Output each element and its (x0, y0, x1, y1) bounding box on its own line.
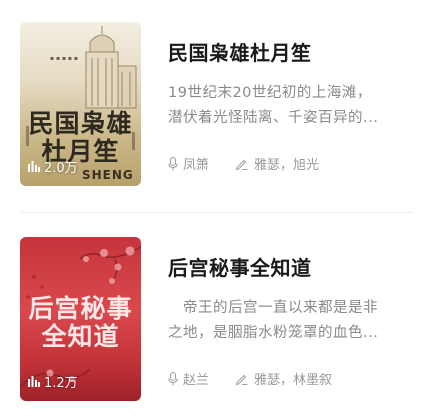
pen-icon (235, 159, 248, 170)
description-line: 潜伏着光怪陆离、千姿百异的... (168, 110, 379, 126)
bar-chart-icon (28, 161, 40, 172)
book-title[interactable]: 民国枭雄杜月笙 (168, 37, 312, 66)
book-card[interactable]: ▪ ▪ ▪ ▪ ▪ 民国枭雄 杜月笙 SHENG 2.0万 民国枭雄杜月笙 19… (0, 22, 431, 192)
play-count-value: 1.2万 (44, 376, 78, 391)
book-card[interactable]: 后宫秘事 全知道 1.2万 后宫秘事全知道 帝王的后宫一直以来都是是非 之地，是… (0, 237, 431, 407)
narrators: 雅瑟，林墨叙 (235, 369, 332, 388)
author-name: 赵兰 (183, 373, 210, 388)
author-name: 凤箫 (183, 158, 210, 173)
play-count: 1.2万 (28, 372, 78, 391)
cover-small-text: ▪ ▪ ▪ ▪ ▪ (50, 55, 78, 62)
narrator-names: 雅瑟，旭光 (254, 158, 320, 173)
author: 凤箫 (168, 154, 209, 173)
divider (20, 212, 413, 213)
book-description: 19世纪末20世纪初的上海滩， 潜伏着光怪陆离、千姿百异的... (168, 81, 413, 131)
book-meta: 赵兰 雅瑟，林墨叙 (168, 369, 332, 388)
bar-chart-icon (28, 376, 40, 387)
author: 赵兰 (168, 369, 209, 388)
book-title[interactable]: 后宫秘事全知道 (168, 252, 312, 281)
narrators: 雅瑟，旭光 (235, 154, 319, 173)
cover-subtitle: SHENG (82, 168, 134, 182)
description-line: 19世纪末20世纪初的上海滩， (168, 85, 372, 101)
cover-title-art: 后宫秘事 全知道 (28, 294, 133, 351)
microphone-icon (168, 371, 178, 385)
book-meta: 凤箫 雅瑟，旭光 (168, 154, 319, 173)
book-list: ▪ ▪ ▪ ▪ ▪ 民国枭雄 杜月笙 SHENG 2.0万 民国枭雄杜月笙 19… (0, 0, 431, 418)
pen-icon (235, 374, 248, 385)
microphone-icon (168, 156, 178, 170)
description-line: 帝王的后宫一直以来都是是非 (168, 300, 378, 316)
book-cover[interactable]: 后宫秘事 全知道 1.2万 (20, 237, 141, 401)
play-count-value: 2.0万 (44, 161, 78, 176)
book-description: 帝王的后宫一直以来都是是非 之地，是胭脂水粉笼罩的血色... (168, 296, 413, 346)
narrator-names: 雅瑟，林墨叙 (254, 373, 333, 388)
book-cover[interactable]: ▪ ▪ ▪ ▪ ▪ 民国枭雄 杜月笙 SHENG 2.0万 (20, 22, 141, 186)
description-line: 之地，是胭脂水粉笼罩的血色... (168, 325, 379, 341)
play-count: 2.0万 (28, 157, 78, 176)
